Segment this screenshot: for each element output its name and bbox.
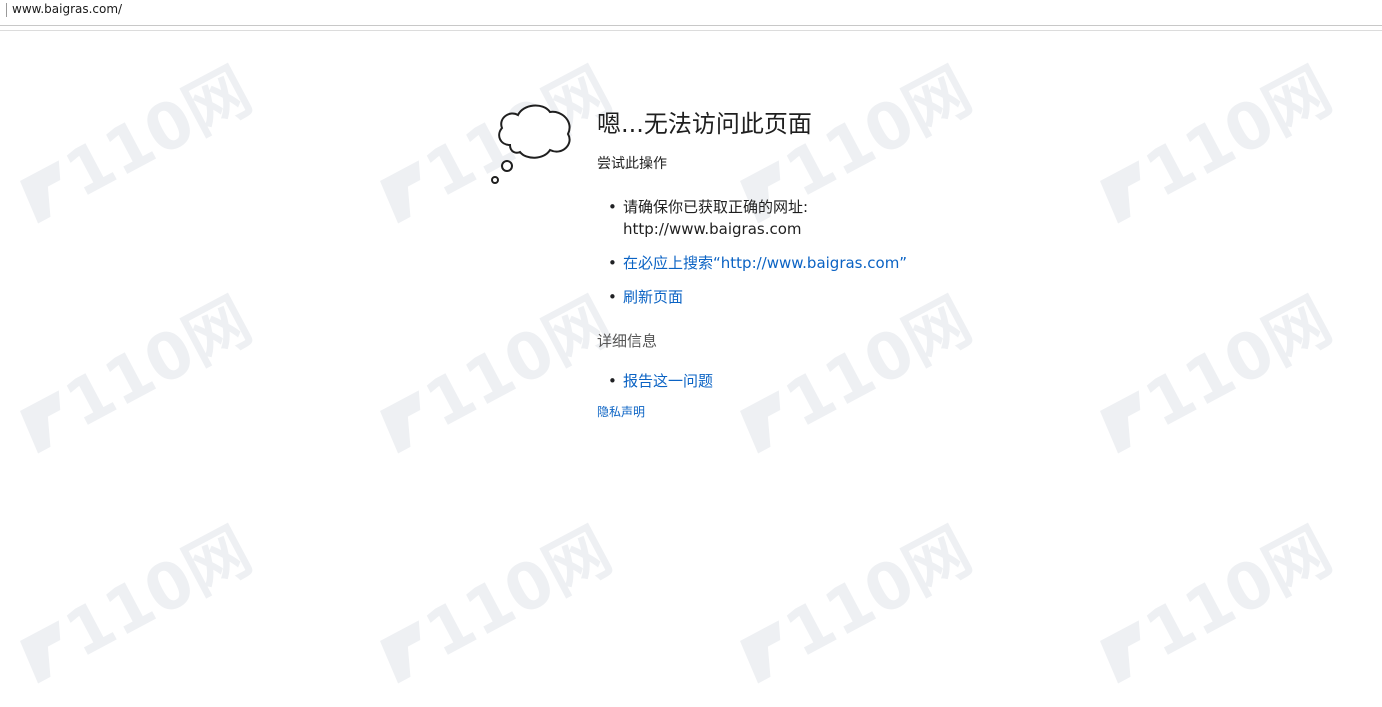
suggestion-check-url-text: 请确保你已获取正确的网址: xyxy=(623,198,809,216)
page-title: 嗯...无法访问此页面 xyxy=(597,110,812,138)
bullet: • xyxy=(608,372,617,390)
toolbar-divider xyxy=(0,30,1382,31)
address-bar[interactable]: www.baigras.com/ xyxy=(0,0,1382,26)
bullet: • xyxy=(608,198,617,216)
refresh-page-link[interactable]: 刷新页面 xyxy=(623,288,683,306)
suggestion-check-url: • 请确保你已获取正确的网址: http://www.baigras.com xyxy=(597,196,1017,240)
address-bar-caret xyxy=(6,3,7,17)
privacy-statement-link[interactable]: 隐私声明 xyxy=(597,404,1017,420)
suggestions-list: • 请确保你已获取正确的网址: http://www.baigras.com •… xyxy=(597,196,1017,308)
search-bing-link[interactable]: 在必应上搜索“http://www.baigras.com” xyxy=(623,254,907,272)
error-content: 嗯...无法访问此页面 尝试此操作 • 请确保你已获取正确的网址: http:/… xyxy=(597,108,1017,420)
details-item-report: • 报告这一问题 xyxy=(597,370,1017,392)
suggestion-refresh: • 刷新页面 xyxy=(597,286,1017,308)
thought-cloud-icon xyxy=(491,104,571,184)
address-bar-url[interactable]: www.baigras.com/ xyxy=(12,1,122,17)
details-list: • 报告这一问题 xyxy=(597,370,1017,392)
suggestion-check-url-value: http://www.baigras.com xyxy=(623,220,802,238)
suggestion-search-bing: • 在必应上搜索“http://www.baigras.com” xyxy=(597,252,1017,274)
suggestions-heading: 尝试此操作 xyxy=(597,156,667,172)
report-issue-link[interactable]: 报告这一问题 xyxy=(623,372,713,390)
bullet: • xyxy=(608,254,617,272)
bullet: • xyxy=(608,288,617,306)
details-heading: 详细信息 xyxy=(597,332,658,350)
